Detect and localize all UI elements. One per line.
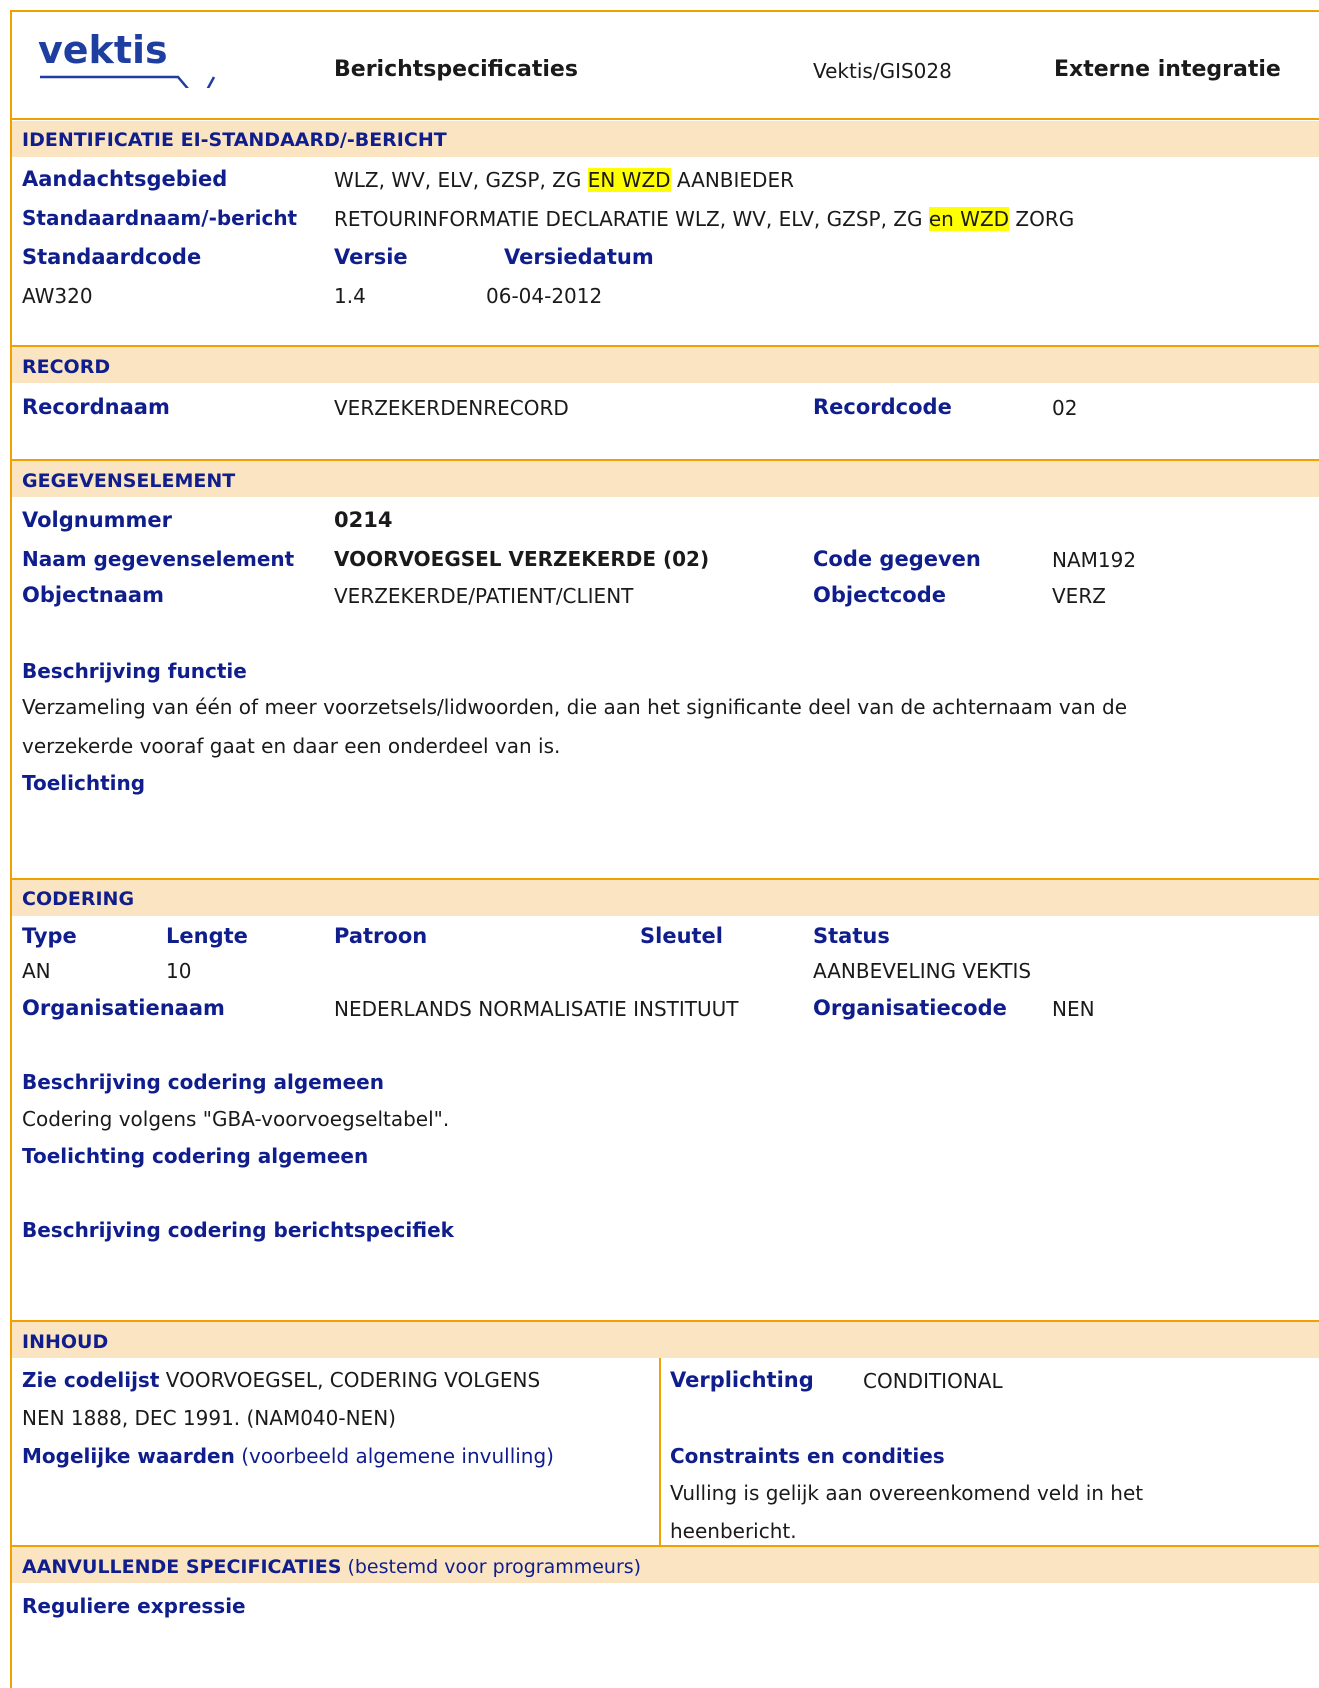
reguliere-expressie-label: Reguliere expressie [22, 1594, 246, 1618]
type-label: Type [22, 924, 77, 948]
objectcode-value: VERZ [1052, 584, 1106, 608]
recordcode-label: Recordcode [813, 395, 952, 419]
toelichting-codering-algemeen-label: Toelichting codering algemeen [22, 1144, 369, 1168]
beschrijving-codering-algemeen-label: Beschrijving codering algemeen [22, 1070, 384, 1094]
sleutel-label: Sleutel [640, 924, 723, 948]
mogelijke-waarden-label: Mogelijke waarden [22, 1444, 235, 1468]
divider [10, 118, 1319, 120]
beschrijving-functie-line2: verzekerde vooraf gaat en daar een onder… [22, 734, 561, 758]
standaardcode-label: Standaardcode [22, 245, 202, 269]
status-label: Status [813, 924, 890, 948]
beschrijving-functie-line1: Verzameling van één of meer voorzetsels/… [22, 695, 1127, 719]
vektis-logo: vektis [38, 28, 218, 88]
column-divider [659, 1358, 661, 1545]
mogelijke-waarden: Mogelijke waarden (voorbeeld algemene in… [22, 1444, 554, 1468]
section-band-record [12, 347, 1319, 383]
recordcode-value: 02 [1052, 396, 1078, 420]
versie-value: 1.4 [334, 284, 366, 308]
beschrijving-functie-label: Beschrijving functie [22, 659, 247, 683]
organisatiecode-label: Organisatiecode [813, 996, 1007, 1020]
beschrijving-codering-algemeen-value: Codering volgens "GBA-voorvoegseltabel". [22, 1107, 450, 1131]
section-title-aanvullend: AANVULLENDE SPECIFICATIES (bestemd voor … [22, 1556, 641, 1578]
section-band-inhoud [12, 1322, 1319, 1358]
versie-label: Versie [334, 245, 408, 269]
code-gegeven-value: NAM192 [1052, 548, 1137, 572]
volgnummer-value: 0214 [334, 508, 393, 532]
constraints-line1: Vulling is gelijk aan overeenkomend veld… [670, 1481, 1144, 1505]
versiedatum-value: 06-04-2012 [486, 284, 603, 308]
aandachtsgebied-text: WLZ, WV, ELV, GZSP, ZG [334, 168, 588, 192]
constraints-label: Constraints en condities [670, 1444, 945, 1468]
section-title-identificatie: IDENTIFICATIE EI-STANDAARD/-BERICHT [22, 129, 447, 151]
standaardnaam-text: RETOURINFORMATIE DECLARATIE WLZ, WV, ELV… [334, 207, 929, 231]
constraints-line2: heenbericht. [670, 1519, 797, 1543]
mogelijke-waarden-note: (voorbeeld algemene invulling) [234, 1444, 554, 1468]
aandachtsgebied-highlight: EN WZD [587, 168, 671, 192]
aandachtsgebied-text-end: AANBIEDER [670, 168, 794, 192]
aanvullend-title: AANVULLENDE SPECIFICATIES [22, 1556, 342, 1578]
aanvullend-note: (bestemd voor programmeurs) [341, 1556, 642, 1578]
frame-left-border [10, 10, 12, 1688]
section-band-codering [12, 880, 1319, 916]
standaardcode-value: AW320 [22, 284, 93, 308]
section-title-codering: CODERING [22, 888, 135, 910]
codelijst-line1: Zie codelijst VOORVOEGSEL, CODERING VOLG… [22, 1368, 540, 1392]
objectnaam-label: Objectnaam [22, 583, 164, 607]
section-title-gegevenselement: GEGEVENSELEMENT [22, 470, 236, 492]
organisatienaam-value: NEDERLANDS NORMALISATIE INSTITUUT [334, 997, 739, 1021]
toelichting-label: Toelichting [22, 771, 146, 795]
recordnaam-label: Recordnaam [22, 395, 170, 419]
aandachtsgebied-value: WLZ, WV, ELV, GZSP, ZG EN WZD AANBIEDER [334, 168, 794, 192]
logo-swoosh-icon [40, 75, 216, 88]
codelijst-value: VOORVOEGSEL, CODERING VOLGENS [159, 1368, 541, 1392]
type-value: AN [22, 959, 51, 983]
codelijst-line2: NEN 1888, DEC 1991. (NAM040-NEN) [22, 1406, 396, 1430]
section-title-record: RECORD [22, 356, 111, 378]
objectnaam-value: VERZEKERDE/PATIENT/CLIENT [334, 584, 634, 608]
organisatienaam-label: Organisatienaam [22, 996, 225, 1020]
verplichting-value: CONDITIONAL [863, 1369, 1003, 1393]
naam-gegevenselement-value: VOORVOEGSEL VERZEKERDE (02) [334, 547, 710, 571]
lengte-label: Lengte [166, 924, 248, 948]
standaardnaam-highlight: en WZD [928, 207, 1010, 231]
lengte-value: 10 [166, 959, 192, 983]
standaardnaam-text-end: ZORG [1009, 207, 1075, 231]
organisatiecode-value: NEN [1052, 997, 1095, 1021]
verplichting-label: Verplichting [670, 1368, 814, 1392]
code-gegeven-label: Code gegeven [813, 547, 981, 571]
section-title-inhoud: INHOUD [22, 1331, 109, 1353]
doc-scope: Externe integratie [1054, 57, 1281, 82]
codelijst-label: Zie codelijst [22, 1368, 160, 1392]
versiedatum-label: Versiedatum [504, 245, 654, 269]
volgnummer-label: Volgnummer [22, 508, 173, 532]
doc-type: Berichtspecificaties [334, 57, 578, 82]
frame-top-border [10, 10, 1319, 12]
standaardnaam-label: Standaardnaam/-bericht [22, 206, 298, 230]
standaardnaam-value: RETOURINFORMATIE DECLARATIE WLZ, WV, ELV… [334, 207, 1074, 231]
beschrijving-codering-berichtspecifiek-label: Beschrijving codering berichtspecifiek [22, 1218, 454, 1242]
aandachtsgebied-label: Aandachtsgebied [22, 167, 228, 191]
status-value: AANBEVELING VEKTIS [813, 959, 1032, 983]
naam-gegevenselement-label: Naam gegevenselement [22, 547, 295, 571]
objectcode-label: Objectcode [813, 583, 946, 607]
patroon-label: Patroon [334, 924, 428, 948]
doc-code: Vektis/GIS028 [813, 59, 952, 83]
recordnaam-value: VERZEKERDENRECORD [334, 396, 569, 420]
